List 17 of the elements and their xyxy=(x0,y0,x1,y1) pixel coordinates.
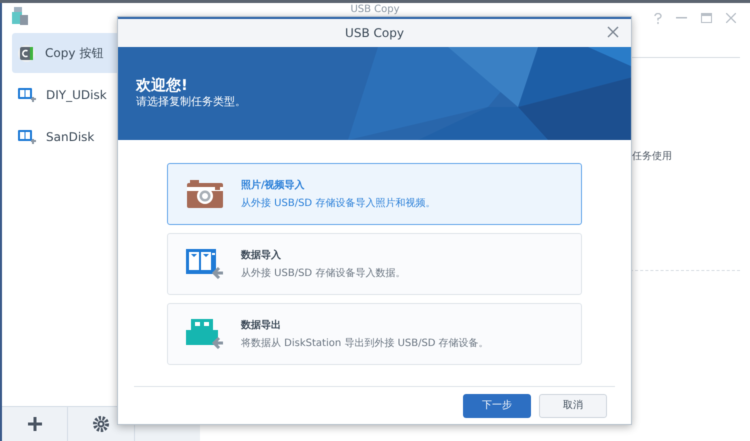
option-title: 数据导出 xyxy=(241,318,282,332)
option-card[interactable]: 数据导入 从外接 USB/SD 存储设备导入数据。 xyxy=(167,233,582,295)
option-description: 从外接 USB/SD 存储设备导入照片和视频。 xyxy=(241,196,436,210)
cancel-button[interactable]: 取消 xyxy=(539,394,607,418)
sidebar-item[interactable]: SanDisk xyxy=(12,117,200,157)
next-button[interactable]: 下一步 xyxy=(463,394,531,418)
option-title: 照片/视频导入 xyxy=(241,178,306,192)
option-card[interactable]: 数据导出 将数据从 DiskStation 导出到外接 USB/SD 存储设备。 xyxy=(167,303,582,365)
banner-title: 欢迎您! xyxy=(136,75,189,95)
dialog-title: USB Copy xyxy=(345,25,404,42)
banner-subtitle: 请选择复制任务类型。 xyxy=(136,95,247,109)
option-description: 从外接 USB/SD 存储设备导入数据。 xyxy=(241,266,406,280)
option-card[interactable]: 照片/视频导入 从外接 USB/SD 存储设备导入照片和视频。 xyxy=(167,163,582,225)
window-title: USB Copy xyxy=(350,3,400,17)
option-description: 将数据从 DiskStation 导出到外接 USB/SD 存储设备。 xyxy=(241,336,489,350)
description-text: 任务使用 xyxy=(632,151,672,162)
option-title: 数据导入 xyxy=(241,248,282,262)
